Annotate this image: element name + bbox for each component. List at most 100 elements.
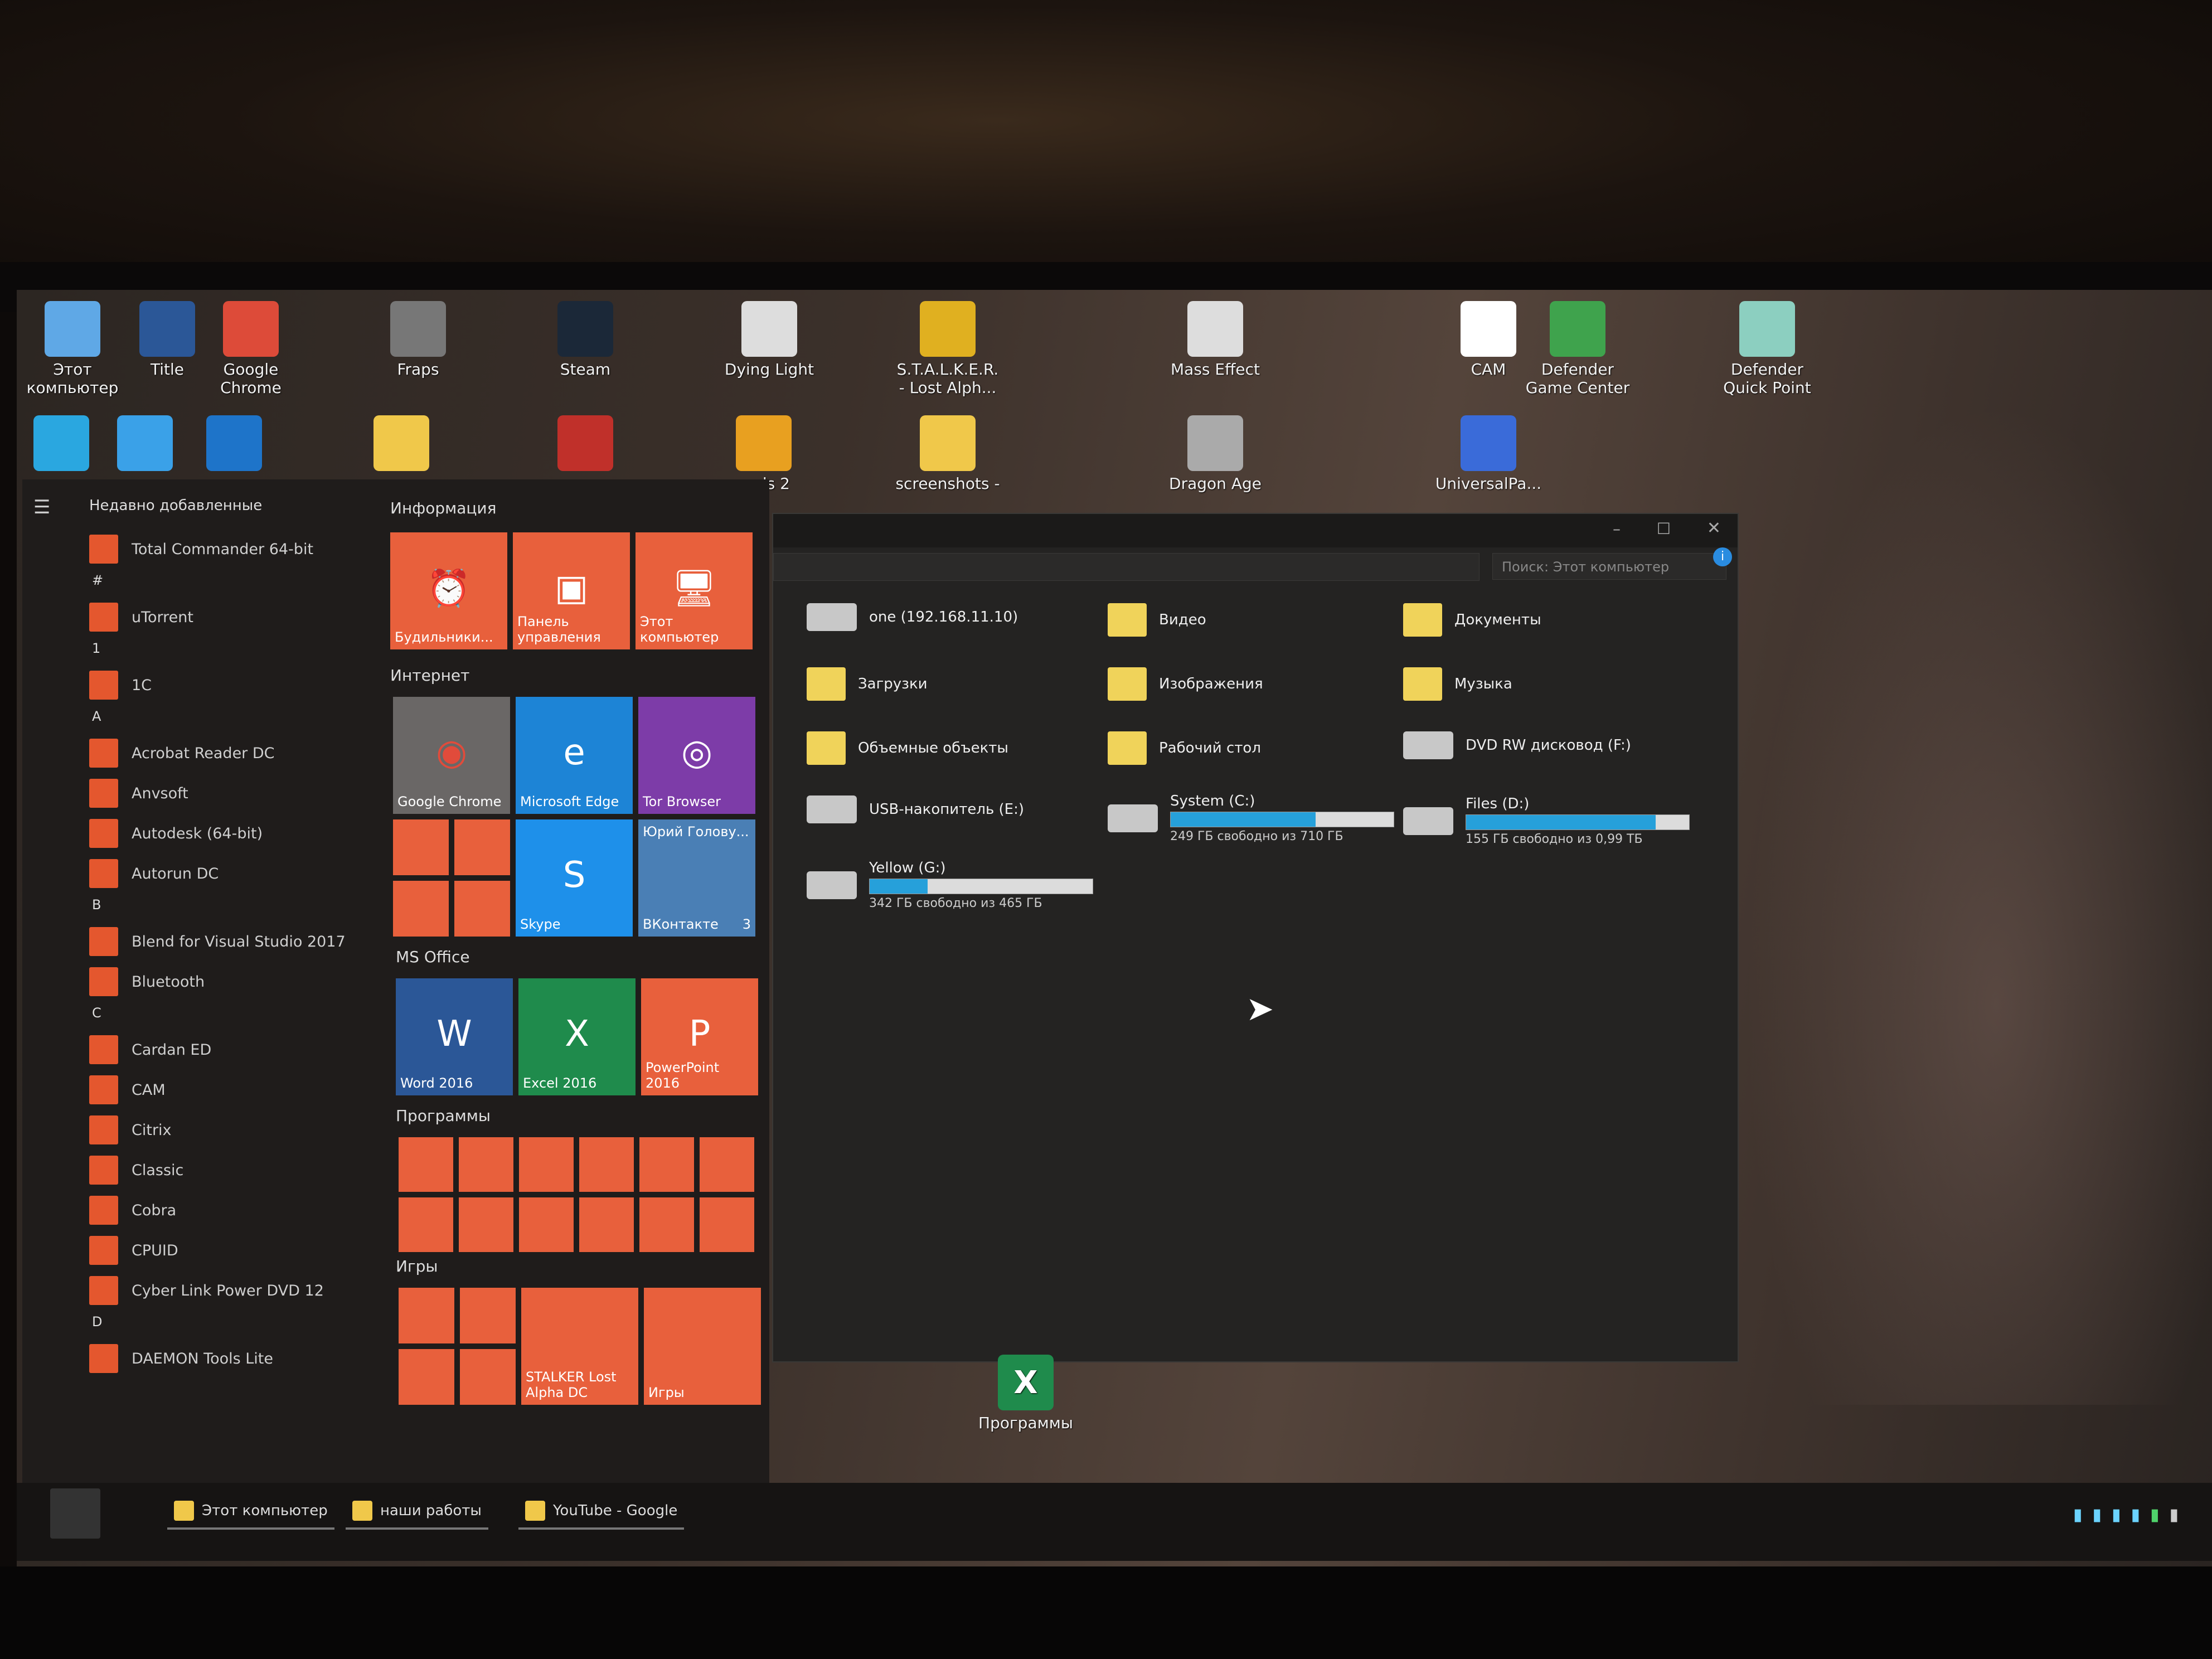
tray-icon-6[interactable]: ▮ <box>2169 1505 2179 1525</box>
explorer-item[interactable]: Объемные объекты <box>807 731 1008 765</box>
start-list-item[interactable]: Cobra <box>89 1194 176 1227</box>
explorer-item[interactable]: Рабочий стол <box>1108 731 1261 765</box>
start-list-item[interactable]: Acrobat Reader DC <box>89 736 275 770</box>
tile-small-2[interactable] <box>454 819 510 875</box>
start-letter-header[interactable]: A <box>92 709 101 724</box>
drive-item[interactable]: Files (D:) 155 ГБ свободно из 0,99 ТБ <box>1403 795 1690 846</box>
start-list-item[interactable]: Classic <box>89 1153 183 1187</box>
start-list-item[interactable]: Autorun DC <box>89 857 219 890</box>
desktop-icon-dragon-age-7[interactable]: Dragon Age <box>1160 415 1271 493</box>
taskbar-item[interactable]: YouTube - Google <box>518 1494 685 1530</box>
tile-edge[interactable]: e Microsoft Edge <box>516 697 633 814</box>
search-input[interactable]: Поиск: Этот компьютер <box>1492 553 1726 580</box>
start-list-item[interactable]: Blend for Visual Studio 2017 <box>89 925 346 958</box>
tile-games[interactable]: Игры <box>644 1288 761 1405</box>
start-letter-header[interactable]: # <box>92 573 103 588</box>
start-list-item[interactable]: Cyber Link Power DVD 12 <box>89 1274 324 1307</box>
desktop-icon-defender-game-center[interactable]: Defender Game Center <box>1522 301 1633 397</box>
desktop-icon-programs[interactable]: X Программы <box>970 1355 1081 1432</box>
tile-program-2[interactable] <box>459 1137 513 1192</box>
tile-small-3[interactable] <box>393 881 449 937</box>
tile-program-8[interactable] <box>459 1197 513 1252</box>
tile-game-1[interactable] <box>399 1288 454 1343</box>
start-list-item[interactable]: CAM <box>89 1073 166 1107</box>
tile-alarm[interactable]: ⏰ Будильники... <box>390 532 507 649</box>
tile-powerpoint[interactable]: P PowerPoint 2016 <box>641 978 758 1095</box>
desktop-icon-chrome[interactable]: Google Chrome <box>195 301 307 397</box>
explorer-item[interactable]: one (192.168.11.10) <box>807 603 1018 631</box>
explorer-item[interactable]: Загрузки <box>807 667 928 701</box>
start-list-item[interactable]: Total Commander 64-bit <box>89 532 313 566</box>
tile-small-1[interactable] <box>393 819 449 875</box>
tile-program-12[interactable] <box>700 1197 754 1252</box>
start-list-item[interactable]: Cardan ED <box>89 1033 211 1066</box>
tile-program-4[interactable] <box>579 1137 634 1192</box>
tile-program-11[interactable] <box>639 1197 694 1252</box>
start-letter-header[interactable]: C <box>92 1005 101 1021</box>
tile-stalker[interactable]: STALKER Lost Alpha DC <box>521 1288 638 1405</box>
tile-program-1[interactable] <box>399 1137 453 1192</box>
hamburger-icon[interactable]: ☰ <box>33 496 50 518</box>
start-list-item[interactable]: Citrix <box>89 1113 172 1147</box>
tile-program-10[interactable] <box>579 1197 634 1252</box>
desktop-icon-defender-quick-point[interactable]: Defender Quick Point <box>1711 301 1823 397</box>
desktop-icon-steam[interactable]: Steam <box>530 301 641 379</box>
tile-program-6[interactable] <box>700 1137 754 1192</box>
tray-icon-2[interactable]: ▮ <box>2092 1505 2102 1525</box>
minimize-icon[interactable]: – <box>1613 520 1621 538</box>
drive-item[interactable]: Yellow (G:) 342 ГБ свободно из 465 ГБ <box>807 860 1093 910</box>
start-list-item[interactable]: CPUID <box>89 1234 178 1267</box>
desktop-icon-dying-light[interactable]: Dying Light <box>714 301 825 379</box>
drive-item[interactable]: System (C:) 249 ГБ свободно из 710 ГБ <box>1108 793 1394 843</box>
taskbar-item[interactable]: Этот компьютер <box>167 1494 334 1530</box>
desktop-icon-folder-6[interactable]: screenshots - <box>892 415 1003 493</box>
tile-program-7[interactable] <box>399 1197 453 1252</box>
explorer-item[interactable]: Документы <box>1403 603 1541 637</box>
start-list-item[interactable]: DAEMON Tools Lite <box>89 1342 273 1375</box>
taskbar-item[interactable]: наши работы <box>346 1494 488 1530</box>
start-list-item[interactable]: uTorrent <box>89 600 193 634</box>
tray-icon-3[interactable]: ▮ <box>2112 1505 2121 1525</box>
start-list-item[interactable]: Autodesk (64-bit) <box>89 817 263 850</box>
start-list-item[interactable]: Anvsoft <box>89 777 188 810</box>
start-button[interactable] <box>50 1488 100 1539</box>
desktop-icon-folder-3[interactable] <box>346 415 457 474</box>
address-bar[interactable] <box>773 553 1479 581</box>
tile-control-panel[interactable]: ▣ Панель управления <box>513 532 630 649</box>
tile-game-3[interactable] <box>399 1349 454 1405</box>
explorer-item[interactable]: DVD RW дисковод (F:) <box>1403 731 1631 759</box>
start-letter-header[interactable]: B <box>92 897 101 913</box>
start-list-item[interactable]: Bluetooth <box>89 965 205 998</box>
start-list-item[interactable]: 1С <box>89 668 152 702</box>
explorer-item[interactable]: USB-накопитель (E:) <box>807 795 1024 823</box>
tile-vk[interactable]: Юрий Голову... ВКонтакте 3 <box>638 819 755 937</box>
tile-game-2[interactable] <box>460 1288 516 1343</box>
tray-icon-5[interactable]: ▮ <box>2150 1505 2160 1525</box>
tray-icon-4[interactable]: ▮ <box>2131 1505 2140 1525</box>
tile-skype[interactable]: S Skype <box>516 819 633 937</box>
tray-icon-1[interactable]: ▮ <box>2073 1505 2083 1525</box>
explorer-item[interactable]: Видео <box>1108 603 1206 637</box>
tile-excel[interactable]: X Excel 2016 <box>518 978 636 1095</box>
maximize-icon[interactable]: ☐ <box>1657 520 1671 538</box>
start-letter-header[interactable]: 1 <box>92 641 100 656</box>
tile-word[interactable]: W Word 2016 <box>396 978 513 1095</box>
desktop-icon-mass-effect[interactable]: Mass Effect <box>1160 301 1271 379</box>
explorer-item[interactable]: Музыка <box>1403 667 1512 701</box>
desktop-icon-stalker[interactable]: S.T.A.L.K.E.R. - Lost Alph... <box>892 301 1003 397</box>
tile-tor[interactable]: ◎ Tor Browser <box>638 697 755 814</box>
tile-small-4[interactable] <box>454 881 510 937</box>
explorer-item[interactable]: Изображения <box>1108 667 1263 701</box>
tile-program-5[interactable] <box>639 1137 694 1192</box>
desktop-icon-universal-8[interactable]: UniversalPa... <box>1433 415 1544 493</box>
tile-program-9[interactable] <box>519 1197 574 1252</box>
desktop-icon-fraps[interactable]: Fraps <box>362 301 474 379</box>
desktop-icon-edge-2[interactable] <box>178 415 290 474</box>
start-letter-header[interactable]: D <box>92 1314 102 1330</box>
tile-this-pc[interactable]: 🖥 Этот компьютер <box>636 532 753 649</box>
tile-game-4[interactable] <box>460 1349 516 1405</box>
tile-program-3[interactable] <box>519 1137 574 1192</box>
desktop-icon-dota-4[interactable] <box>530 415 641 474</box>
tile-chrome[interactable]: ◉ Google Chrome <box>393 697 510 814</box>
explorer-titlebar[interactable]: – ☐ ✕ <box>773 514 1738 547</box>
